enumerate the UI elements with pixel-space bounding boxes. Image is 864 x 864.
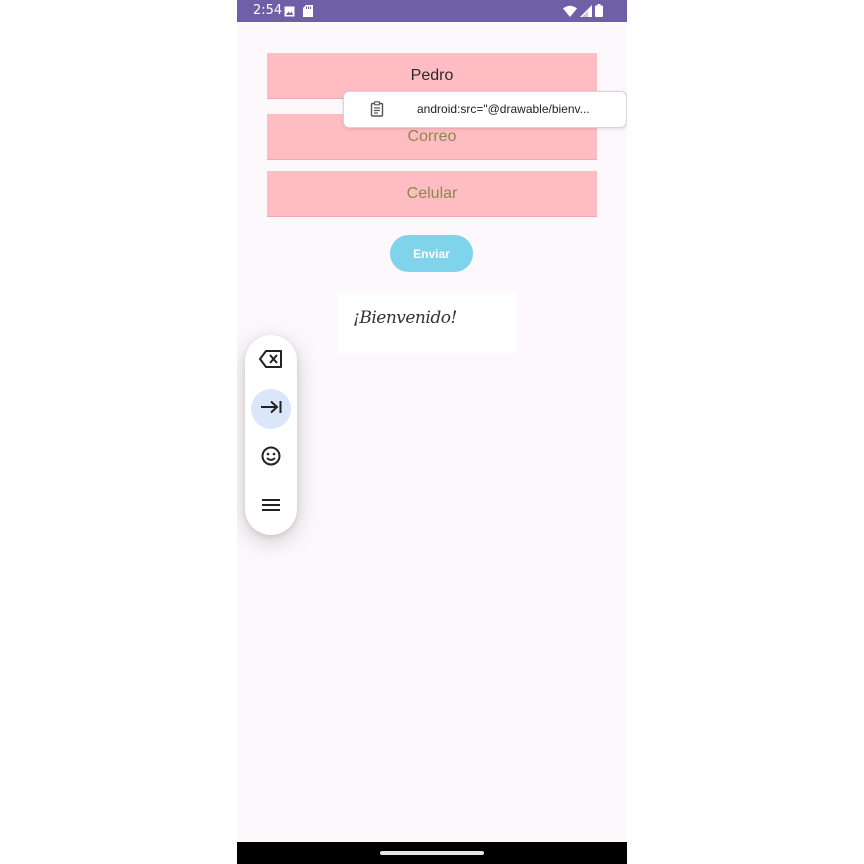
clipboard-suggestion-chip[interactable]: android:src="@drawable/bienv...	[343, 91, 627, 128]
welcome-image-text: ¡Bienvenido!	[353, 308, 457, 328]
name-field-value: Pedro	[410, 66, 454, 84]
phone-field[interactable]: Celular	[267, 171, 597, 217]
welcome-image: ¡Bienvenido!	[337, 293, 517, 353]
status-bar: 2:54	[237, 0, 627, 22]
backspace-icon	[259, 349, 283, 373]
keyboard-menu-button[interactable]	[251, 487, 291, 527]
clipboard-suggestion-text: android:src="@drawable/bienv...	[417, 102, 590, 116]
tab-button[interactable]	[251, 389, 291, 429]
menu-icon	[262, 498, 280, 517]
navigation-bar	[237, 842, 627, 864]
email-field-placeholder: Correo	[407, 127, 457, 145]
send-button[interactable]: Enviar	[390, 235, 473, 272]
phone-field-placeholder: Celular	[406, 184, 458, 202]
emoji-icon	[261, 446, 281, 471]
phone-screen: 2:54 Pedro Correo Celular android:src="@…	[237, 0, 627, 864]
tab-icon	[260, 400, 282, 419]
home-gesture-handle[interactable]	[380, 851, 484, 855]
backspace-button[interactable]	[251, 341, 291, 381]
image-notification-icon	[284, 5, 295, 20]
wifi-icon	[563, 5, 577, 20]
emoji-button[interactable]	[251, 438, 291, 478]
battery-icon	[595, 4, 603, 20]
send-button-label: Enviar	[413, 246, 450, 261]
clipboard-icon	[370, 101, 384, 120]
status-time: 2:54	[253, 3, 283, 18]
signal-icon	[580, 4, 592, 20]
keyboard-floating-toolbar	[245, 335, 297, 535]
sd-card-icon	[303, 5, 313, 20]
